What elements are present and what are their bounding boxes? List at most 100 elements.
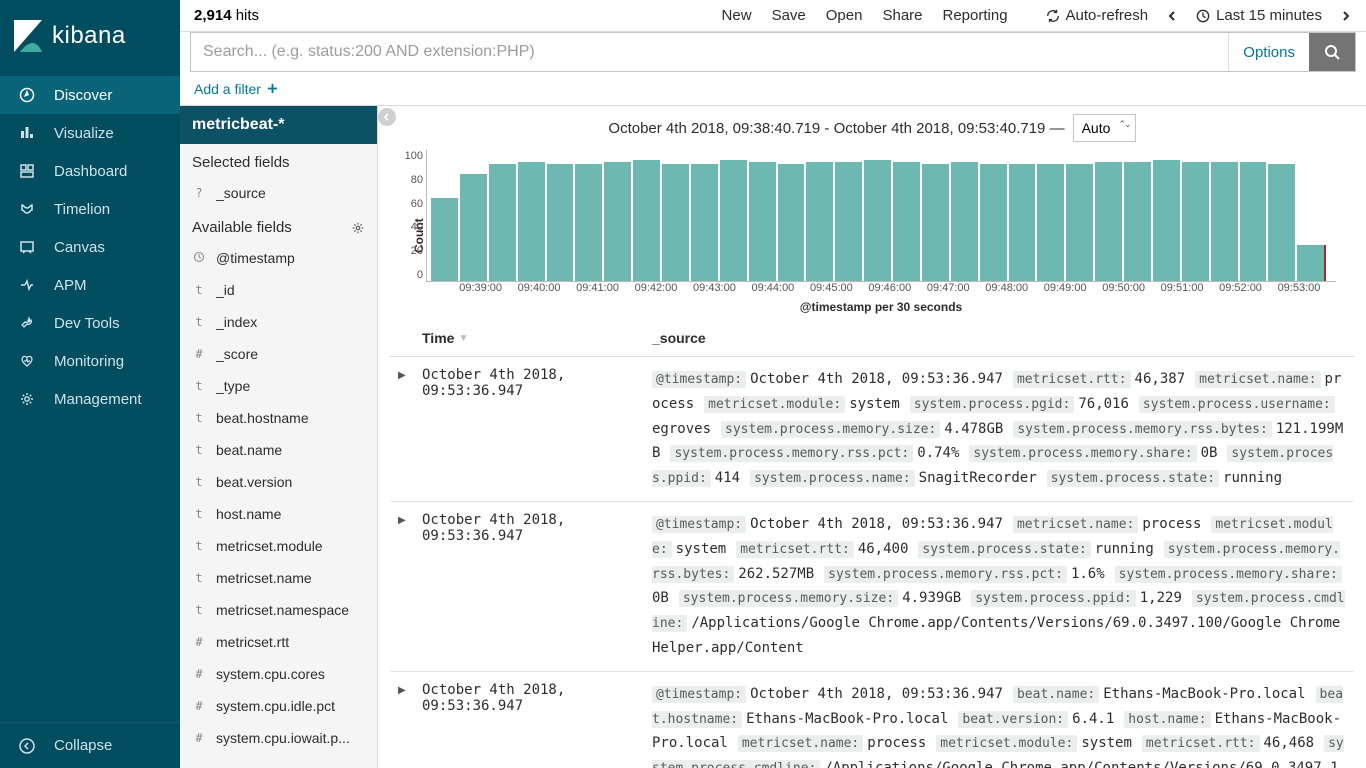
topbar-save-link[interactable]: Save <box>772 7 806 24</box>
field-item[interactable]: thost.name <box>180 498 377 530</box>
nav-item-timelion[interactable]: Timelion <box>0 190 180 228</box>
histogram-bar[interactable] <box>547 164 574 281</box>
field-value: 46,400 <box>858 541 909 557</box>
search-submit-button[interactable] <box>1309 33 1355 71</box>
collapse-sidebar[interactable]: Collapse <box>0 722 180 768</box>
field-value: process <box>1142 516 1201 532</box>
field-item[interactable]: #metricset.rtt <box>180 626 377 658</box>
collapse-field-panel-button[interactable] <box>378 108 396 126</box>
field-filter-gear-icon[interactable] <box>351 221 365 235</box>
add-filter-button[interactable]: Add a filter <box>194 81 278 97</box>
field-item[interactable]: #system.cpu.cores <box>180 658 377 690</box>
field-item[interactable]: tmetricset.module <box>180 530 377 562</box>
nav-item-canvas[interactable]: Canvas <box>0 228 180 266</box>
histogram-bar[interactable] <box>1009 164 1036 281</box>
histogram-bar[interactable] <box>691 164 718 281</box>
field-item[interactable]: tmetricset.name <box>180 562 377 594</box>
histogram-bar[interactable] <box>778 164 805 281</box>
topbar-reporting-link[interactable]: Reporting <box>943 7 1008 24</box>
topbar-new-link[interactable]: New <box>722 7 752 24</box>
auto-refresh-toggle[interactable]: Auto-refresh <box>1046 7 1149 24</box>
histogram-bar[interactable] <box>431 198 458 281</box>
field-key: metricset.rtt: <box>736 541 854 558</box>
field-value: 0B <box>1201 445 1218 461</box>
histogram-bar[interactable] <box>864 160 891 281</box>
field-value: 0.74% <box>917 445 959 461</box>
nav-item-discover[interactable]: Discover <box>0 76 180 114</box>
histogram-bar[interactable] <box>1124 162 1151 281</box>
histogram-bar[interactable] <box>720 160 747 281</box>
query-input[interactable] <box>191 33 1228 71</box>
histogram-bar[interactable] <box>980 164 1007 281</box>
row-time: October 4th 2018, 09:53:36.947 <box>422 367 652 491</box>
timepicker-next-icon[interactable] <box>1340 10 1352 22</box>
field-type-icon: # <box>192 699 206 713</box>
histogram-bar[interactable] <box>893 162 920 281</box>
field-key: system.process.memory.rss.pct: <box>824 566 1067 583</box>
index-pattern-selector[interactable]: metricbeat-* <box>180 106 377 144</box>
column-header-source[interactable]: _source <box>652 330 1346 346</box>
field-item[interactable]: t_id <box>180 274 377 306</box>
nav-item-dev-tools[interactable]: Dev Tools <box>0 304 180 342</box>
histogram-bar[interactable] <box>1268 164 1295 281</box>
field-item[interactable]: t_type <box>180 370 377 402</box>
field-item[interactable]: #_score <box>180 338 377 370</box>
histogram-bar[interactable] <box>1240 162 1267 281</box>
histogram-bar[interactable] <box>1037 164 1064 281</box>
field-name: @timestamp <box>216 250 295 266</box>
nav-item-management[interactable]: Management <box>0 380 180 418</box>
field-item[interactable]: tbeat.version <box>180 466 377 498</box>
nav-item-dashboard[interactable]: Dashboard <box>0 152 180 190</box>
histogram-bar[interactable] <box>575 164 602 281</box>
field-item[interactable]: #system.cpu.idle.pct <box>180 690 377 722</box>
nav-item-visualize[interactable]: Visualize <box>0 114 180 152</box>
histogram-bar[interactable] <box>1211 162 1238 281</box>
field-item[interactable]: tbeat.name <box>180 434 377 466</box>
topbar-share-link[interactable]: Share <box>882 7 922 24</box>
time-range-picker[interactable]: Last 15 minutes <box>1196 7 1322 24</box>
histogram-bar[interactable] <box>1066 164 1093 281</box>
field-key: system.process.username: <box>1139 396 1335 413</box>
histogram-bar[interactable] <box>951 162 978 281</box>
nav-label: Visualize <box>54 125 114 142</box>
histogram-bar[interactable] <box>806 162 833 281</box>
search-options-button[interactable]: Options <box>1228 33 1309 71</box>
column-header-time[interactable]: Time ▼ <box>422 330 652 346</box>
histogram-bar[interactable] <box>662 164 689 281</box>
collapse-icon <box>18 737 36 755</box>
document-row: ▶October 4th 2018, 09:53:36.947@timestam… <box>390 502 1354 672</box>
field-name: host.name <box>216 506 281 522</box>
field-item[interactable]: @timestamp <box>180 242 377 274</box>
histogram-bar[interactable] <box>1182 162 1209 281</box>
field-type-icon: # <box>192 635 206 649</box>
expand-row-button[interactable]: ▶ <box>398 682 422 768</box>
filter-bar: Add a filter <box>180 72 1366 106</box>
timepicker-prev-icon[interactable] <box>1166 10 1178 22</box>
histogram-bar[interactable] <box>835 162 862 281</box>
histogram-bar[interactable] <box>518 162 545 281</box>
field-item[interactable]: #system.cpu.iowait.p... <box>180 722 377 754</box>
nav-item-monitoring[interactable]: Monitoring <box>0 342 180 380</box>
histogram-bar[interactable] <box>1297 245 1326 281</box>
histogram-bar[interactable] <box>489 164 516 281</box>
histogram-bar[interactable] <box>749 162 776 281</box>
field-item[interactable]: tbeat.hostname <box>180 402 377 434</box>
interval-select[interactable]: Auto <box>1073 114 1136 142</box>
histogram-bar[interactable] <box>922 164 949 281</box>
field-item[interactable]: t_index <box>180 306 377 338</box>
histogram-bar[interactable] <box>460 174 487 281</box>
document-row: ▶October 4th 2018, 09:53:36.947@timestam… <box>390 672 1354 768</box>
nav-item-apm[interactable]: APM <box>0 266 180 304</box>
field-item[interactable]: ?_source <box>180 177 377 209</box>
topbar-open-link[interactable]: Open <box>826 7 863 24</box>
histogram-bar[interactable] <box>1153 160 1180 281</box>
field-item[interactable]: tmetricset.namespace <box>180 594 377 626</box>
histogram-bar[interactable] <box>1095 162 1122 281</box>
histogram-bar[interactable] <box>633 160 660 281</box>
histogram-bar[interactable] <box>604 162 631 281</box>
field-key: system.process.memory.share: <box>969 445 1196 462</box>
histogram-chart[interactable]: Count 100806040200 09:39:0009:40:0009:41… <box>378 142 1366 322</box>
expand-row-button[interactable]: ▶ <box>398 367 422 491</box>
expand-row-button[interactable]: ▶ <box>398 512 422 661</box>
field-key: metricset.module: <box>704 396 845 413</box>
